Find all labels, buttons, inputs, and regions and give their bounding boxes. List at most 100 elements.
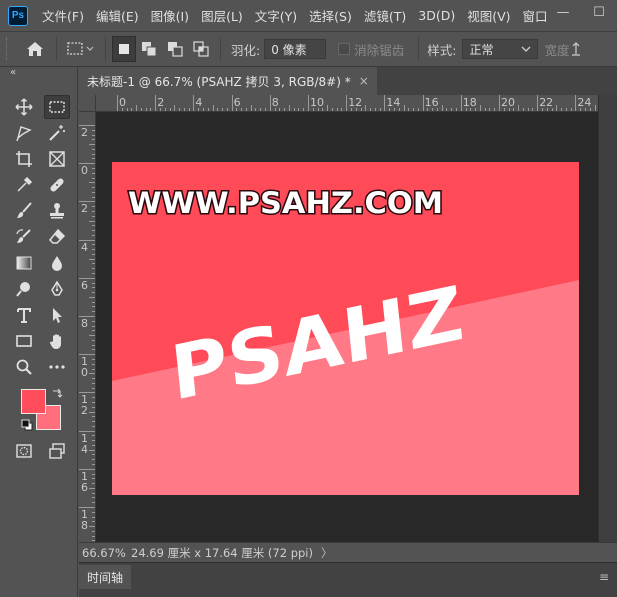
ruler-h-tick xyxy=(527,108,529,111)
new-selection-button[interactable] xyxy=(112,36,136,62)
path-selection-tool[interactable] xyxy=(44,303,70,327)
ruler-h-tick xyxy=(164,108,166,111)
ruler-v-tick xyxy=(92,311,95,313)
rectangular-marquee-icon xyxy=(49,101,65,113)
ruler-v-tick xyxy=(79,163,95,165)
ruler-v-tick xyxy=(79,201,95,203)
status-bar: 66.67% 24.69 厘米 x 17.64 厘米 (72 ppi) 〉 xyxy=(79,542,617,562)
pen-icon xyxy=(51,280,63,296)
lasso-tool[interactable] xyxy=(11,121,37,145)
menu-view[interactable]: 视图(V) xyxy=(461,6,516,25)
ruler-v-tick xyxy=(79,125,95,126)
ruler-v-tick xyxy=(79,430,95,432)
rectangle-tool[interactable] xyxy=(11,329,37,353)
feather-input[interactable]: 0 像素 xyxy=(264,39,327,59)
zoom-tool[interactable] xyxy=(11,355,37,379)
edit-toolbar-button[interactable] xyxy=(44,355,70,379)
ruler-v-tick xyxy=(79,392,95,394)
frame-tool[interactable] xyxy=(44,147,70,171)
ruler-h-tick xyxy=(360,108,362,111)
default-colors-icon[interactable] xyxy=(21,419,33,431)
menu-select[interactable]: 选择(S) xyxy=(303,6,358,25)
ruler-h-tick xyxy=(131,108,133,111)
toolbar-collapse-icon[interactable]: « xyxy=(10,67,16,78)
blur-tool[interactable] xyxy=(44,251,70,275)
timeline-panel: 时间轴 ≡ xyxy=(79,562,617,597)
menu-3d[interactable]: 3D(D) xyxy=(412,8,461,23)
screen-mode-button[interactable] xyxy=(44,439,70,463)
ruler-origin[interactable] xyxy=(79,95,96,112)
style-select[interactable]: 正常 xyxy=(462,39,539,59)
dodge-tool[interactable] xyxy=(11,277,37,301)
rectangular-marquee-tool[interactable] xyxy=(44,95,70,119)
vertical-ruler[interactable]: 2 0 2 4 6 8 1 0 1 2 1 4 1 6 1 8 xyxy=(79,112,96,542)
ruler-v-tick xyxy=(92,177,95,179)
separator xyxy=(105,37,106,61)
ruler-h-tick xyxy=(546,108,548,111)
clone-stamp-tool[interactable] xyxy=(44,199,70,223)
menu-type[interactable]: 文字(Y) xyxy=(249,6,303,25)
ruler-v-tick xyxy=(92,454,95,456)
ruler-v-tick xyxy=(89,487,95,489)
ruler-v-tick xyxy=(92,210,95,212)
ruler-h-tick xyxy=(279,108,281,111)
antialias-checkbox[interactable] xyxy=(338,43,351,55)
ruler-h-tick xyxy=(436,108,438,111)
vertical-scrollbar[interactable] xyxy=(598,95,617,542)
swap-width-height-icon[interactable] xyxy=(570,41,582,57)
quick-mask-button[interactable] xyxy=(11,439,37,463)
add-selection-button[interactable] xyxy=(136,36,162,62)
tool-preset-picker[interactable] xyxy=(63,36,99,62)
zoom-level[interactable]: 66.67% xyxy=(79,546,129,560)
menu-image[interactable]: 图像(I) xyxy=(145,6,195,25)
ruler-h-tick xyxy=(384,95,386,111)
ruler-h-tick xyxy=(121,108,123,111)
ruler-h-tick xyxy=(503,108,505,111)
history-brush-tool[interactable] xyxy=(11,225,37,249)
ruler-v-tick xyxy=(92,306,95,308)
menu-file[interactable]: 文件(F) xyxy=(36,6,90,25)
feather-label: 羽化: xyxy=(231,42,261,58)
pen-tool[interactable] xyxy=(44,277,70,301)
ruler-v-label: 1 0 xyxy=(81,355,88,380)
document-tab[interactable]: 未标题-1 @ 66.7% (PSAHZ 拷贝 3, RGB/8#) * × xyxy=(79,67,377,95)
home-button[interactable] xyxy=(20,36,50,62)
swap-colors-icon[interactable] xyxy=(51,387,63,399)
ruler-h-tick xyxy=(117,95,118,111)
minimize-button[interactable]: — xyxy=(545,0,581,24)
close-icon[interactable]: × xyxy=(359,74,369,88)
style-select-value: 正常 xyxy=(469,42,494,57)
ruler-h-tick xyxy=(202,108,204,111)
ruler-h-tick xyxy=(217,108,219,111)
options-grip[interactable] xyxy=(6,38,10,60)
panel-menu-icon[interactable]: ≡ xyxy=(599,570,609,584)
ruler-h-tick xyxy=(413,108,415,111)
status-menu-arrow-icon[interactable]: 〉 xyxy=(321,545,333,561)
crop-tool[interactable] xyxy=(11,147,37,171)
maximize-button[interactable]: ☐ xyxy=(581,0,617,24)
ruler-v-tick xyxy=(92,148,95,150)
ruler-h-tick xyxy=(126,108,128,111)
canvas-area[interactable]: WWW.PSAHZ.COM PSAHZ xyxy=(96,112,598,542)
eyedropper-tool[interactable] xyxy=(11,173,37,197)
subtract-selection-button[interactable] xyxy=(162,36,188,62)
move-tool[interactable] xyxy=(11,95,37,119)
brush-tool[interactable] xyxy=(11,199,37,223)
ruler-v-tick xyxy=(92,153,95,155)
hand-tool[interactable] xyxy=(44,329,70,353)
artboard[interactable]: WWW.PSAHZ.COM PSAHZ xyxy=(112,162,579,495)
eraser-tool[interactable] xyxy=(44,225,70,249)
menu-filter[interactable]: 滤镜(T) xyxy=(358,6,412,25)
horizontal-ruler[interactable]: 0 2 4 6 8 10 12 14 16 18 20 22 24 xyxy=(96,95,598,112)
menu-layer[interactable]: 图层(L) xyxy=(195,6,249,25)
arrow-pointer-icon xyxy=(53,308,62,323)
frame-icon xyxy=(49,151,65,167)
timeline-tab[interactable]: 时间轴 xyxy=(79,565,132,589)
healing-brush-tool[interactable] xyxy=(44,173,70,197)
menu-edit[interactable]: 编辑(E) xyxy=(90,6,145,25)
type-tool[interactable] xyxy=(11,303,37,327)
foreground-color-swatch[interactable] xyxy=(21,389,46,414)
intersect-selection-button[interactable] xyxy=(188,36,214,62)
gradient-tool[interactable] xyxy=(11,251,37,275)
magic-wand-tool[interactable] xyxy=(44,121,70,145)
